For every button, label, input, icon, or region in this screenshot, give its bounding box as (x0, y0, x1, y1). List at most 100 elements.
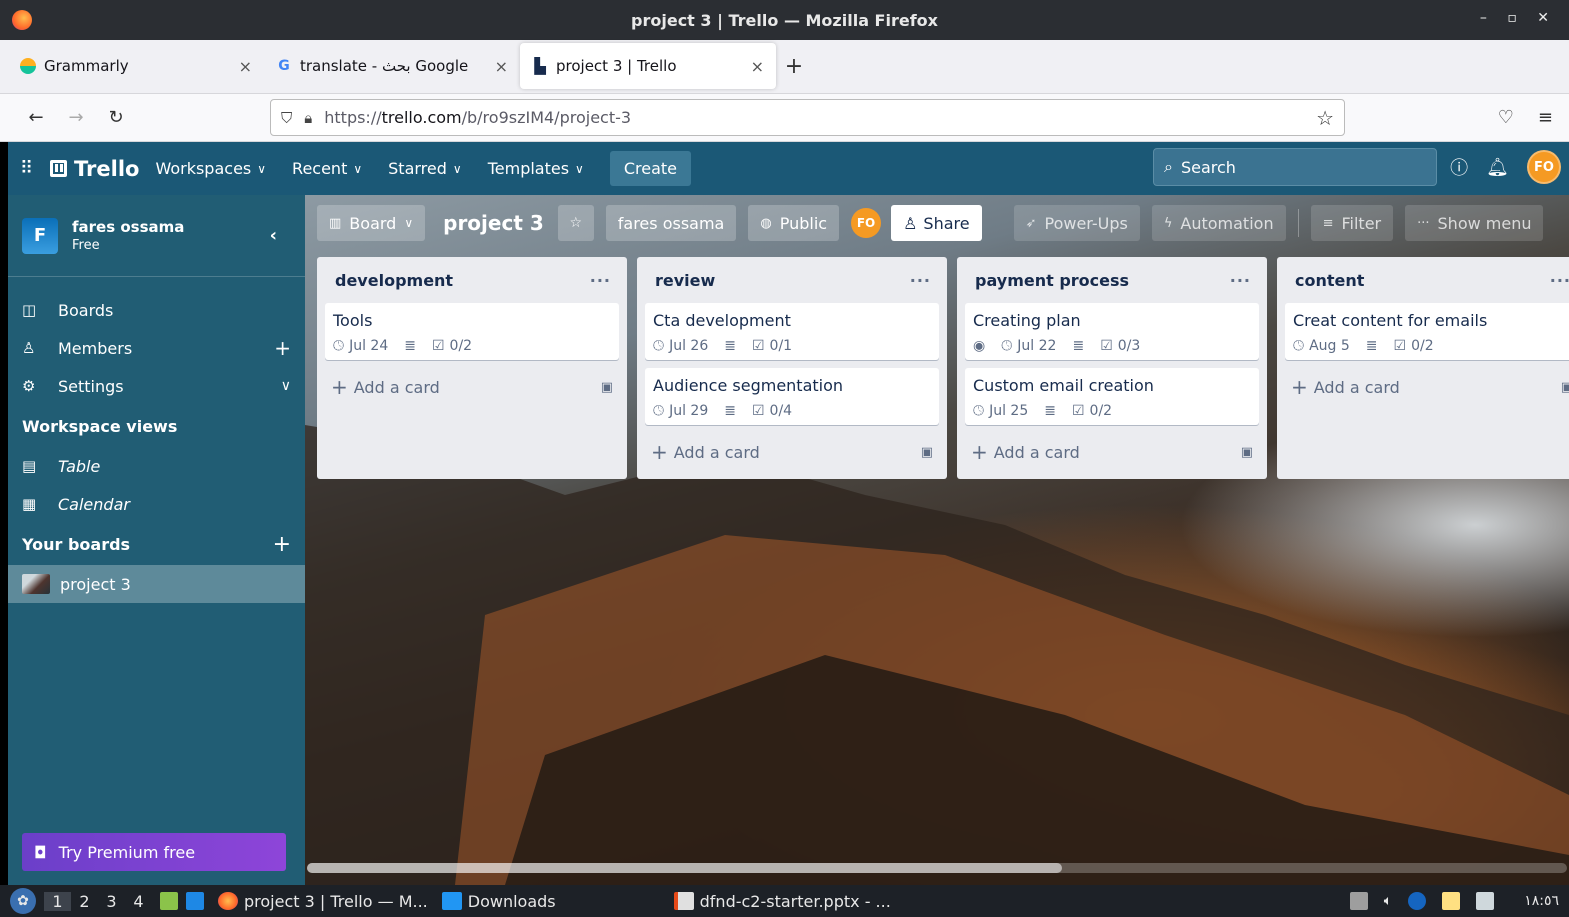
sidebar-board-project-3[interactable]: project 3 (8, 565, 305, 603)
board-view-switcher[interactable]: ▥ Board ∨ (317, 205, 426, 241)
update-icon[interactable] (1408, 892, 1427, 910)
start-menu-icon[interactable]: ✿ (10, 888, 36, 914)
card-template-icon[interactable]: ▣ (921, 445, 933, 460)
info-icon[interactable]: ⓘ (1450, 154, 1468, 180)
checklist-badge: ☑ 0/2 (431, 338, 473, 354)
filter-button[interactable]: ≡ Filter (1310, 205, 1394, 241)
show-menu-button[interactable]: ··· Show menu (1405, 205, 1544, 241)
task-firefox[interactable]: project 3 | Trello — M... (218, 892, 428, 911)
task-label: Downloads (467, 891, 556, 911)
sidebar-item-members[interactable]: ♙ Members + (8, 329, 305, 367)
list-menu-icon[interactable]: ··· (1550, 271, 1569, 290)
list-header[interactable]: payment process ··· (965, 257, 1259, 303)
workspace-4[interactable]: 4 (125, 892, 152, 911)
add-card-button[interactable]: + Add a card ▣ (965, 433, 1259, 471)
tab-trello[interactable]: ▙ project 3 | Trello × (520, 43, 776, 89)
member-avatar[interactable]: FO (851, 208, 882, 238)
menu-starred[interactable]: Starred ∨ (388, 159, 462, 178)
bookmark-star-icon[interactable]: ☆ (1316, 106, 1334, 130)
clipboard-icon[interactable] (1442, 892, 1461, 910)
workspace-2[interactable]: 2 (71, 892, 98, 911)
bell-icon[interactable]: 🔔︎ (1486, 157, 1509, 178)
sidebar-item-calendar[interactable]: ▦ Calendar (8, 485, 305, 523)
window-controls[interactable]: – ▫ ✕ (1480, 10, 1557, 26)
card[interactable]: Tools 🕓︎ Jul 24 ≣ ☑ 0/2 (325, 303, 619, 360)
task-presentation[interactable]: dfnd-c2-starter.pptx - ... (673, 892, 891, 911)
workspace-1[interactable]: 1 (44, 891, 71, 911)
card-template-icon[interactable]: ▣ (1241, 445, 1253, 460)
hamburger-menu-icon[interactable]: ≡ (1538, 107, 1553, 128)
show-desktop-icon[interactable] (186, 892, 204, 910)
list-menu-icon[interactable]: ··· (1230, 271, 1251, 290)
url-text: https://trello.com/b/ro9szIM4/project-3 (324, 108, 632, 127)
visibility-button[interactable]: ◍ Public (748, 205, 840, 241)
close-icon[interactable]: × (495, 57, 508, 76)
share-button[interactable]: ♙ Share (891, 205, 982, 241)
trello-icon: ▙ (534, 57, 546, 75)
trello-logo[interactable]: Trello (50, 157, 139, 181)
sidebar-item-table[interactable]: ▤ Table (8, 447, 305, 485)
automation-button[interactable]: ϟ Automation (1151, 205, 1286, 241)
gear-icon: ⚙ (22, 377, 36, 395)
presentation-file-icon (673, 892, 694, 910)
list-menu-icon[interactable]: ··· (910, 271, 931, 290)
sidebar-item-settings[interactable]: ⚙ Settings ∨ (8, 367, 305, 405)
due-date-badge: 🕓︎ Jul 22 (1001, 338, 1057, 354)
list-header[interactable]: review ··· (645, 257, 939, 303)
new-tab-button[interactable]: + (776, 43, 812, 89)
chevron-down-icon: ∨ (575, 161, 584, 176)
url-bar[interactable]: ⛉ 🔒︎ https://trello.com/b/ro9szIM4/proje… (270, 99, 1345, 136)
task-downloads[interactable]: Downloads (441, 891, 556, 911)
star-board-icon[interactable]: ☆ (557, 205, 594, 241)
horizontal-scrollbar[interactable] (307, 863, 1567, 873)
try-premium-button[interactable]: ◘ Try Premium free (22, 833, 286, 871)
card-template-icon[interactable]: ▣ (1561, 380, 1569, 395)
tab-grammarly[interactable]: Grammarly × (8, 43, 264, 89)
scrollbar-thumb[interactable] (307, 863, 1062, 873)
menu-recent[interactable]: Recent ∨ (292, 159, 362, 178)
card[interactable]: Custom email creation 🕓︎ Jul 25 ≣ ☑ 0/2 (965, 368, 1259, 425)
avatar[interactable]: FO (1527, 150, 1561, 184)
card[interactable]: Audience segmentation 🕓︎ Jul 29 ≣ ☑ 0/4 (645, 368, 939, 425)
chevron-down-icon: ∨ (404, 216, 414, 230)
chevron-down-icon[interactable]: ∨ (281, 378, 291, 394)
premium-icon: ◘ (34, 842, 47, 862)
card-template-icon[interactable]: ▣ (601, 380, 613, 395)
back-icon[interactable]: ← (16, 107, 56, 128)
add-card-button[interactable]: + Add a card ▣ (325, 368, 619, 406)
card[interactable]: Creat content for emails 🕓︎ Aug 5 ≣ ☑ 0/2 (1285, 303, 1569, 360)
add-card-button[interactable]: + Add a card ▣ (645, 433, 939, 471)
close-icon[interactable]: × (239, 57, 252, 76)
forward-icon[interactable]: → (56, 107, 96, 128)
add-card-button[interactable]: + Add a card ▣ (1285, 368, 1569, 406)
sidebar-item-boards[interactable]: ◫ Boards (8, 291, 305, 329)
app-switcher-icon[interactable]: ⠿ (20, 158, 50, 179)
search-input[interactable]: ⌕ Search (1153, 148, 1437, 186)
volume-icon[interactable]: 🔈︎ (1384, 893, 1392, 909)
workspace-button[interactable]: fares ossama (605, 205, 737, 241)
list-header[interactable]: development ··· (325, 257, 619, 303)
tab-google-translate[interactable]: G translate - بحث Google × (264, 43, 520, 89)
board-title[interactable]: project 3 (443, 211, 544, 235)
reload-icon[interactable]: ↻ (96, 107, 136, 128)
close-icon[interactable]: × (751, 57, 764, 76)
add-board-icon[interactable]: + (273, 532, 291, 557)
power-ups-button[interactable]: ➶ Power-Ups (1013, 205, 1140, 241)
list-menu-icon[interactable]: ··· (590, 271, 611, 290)
create-button[interactable]: Create (609, 151, 692, 186)
tray-upload-icon[interactable] (1349, 892, 1368, 910)
card[interactable]: Cta development 🕓︎ Jul 26 ≣ ☑ 0/1 (645, 303, 939, 360)
visibility-label: Public (779, 213, 828, 233)
workspace-3[interactable]: 3 (98, 892, 125, 911)
collapse-sidebar-icon[interactable]: ‹ (270, 225, 277, 246)
due-date-badge: 🕓︎ Jul 29 (653, 403, 709, 419)
file-manager-icon[interactable] (160, 892, 178, 910)
network-icon[interactable] (1476, 892, 1495, 910)
list-header[interactable]: content ··· (1285, 257, 1569, 303)
search-icon: ⌕ (1164, 157, 1173, 176)
menu-workspaces[interactable]: Workspaces ∨ (155, 159, 266, 178)
menu-templates[interactable]: Templates ∨ (488, 159, 584, 178)
pocket-icon[interactable]: ♡ (1498, 107, 1514, 128)
add-member-icon[interactable]: + (274, 336, 291, 360)
card[interactable]: Creating plan ◉ 🕓︎ Jul 22 ≣ ☑ 0/3 (965, 303, 1259, 360)
